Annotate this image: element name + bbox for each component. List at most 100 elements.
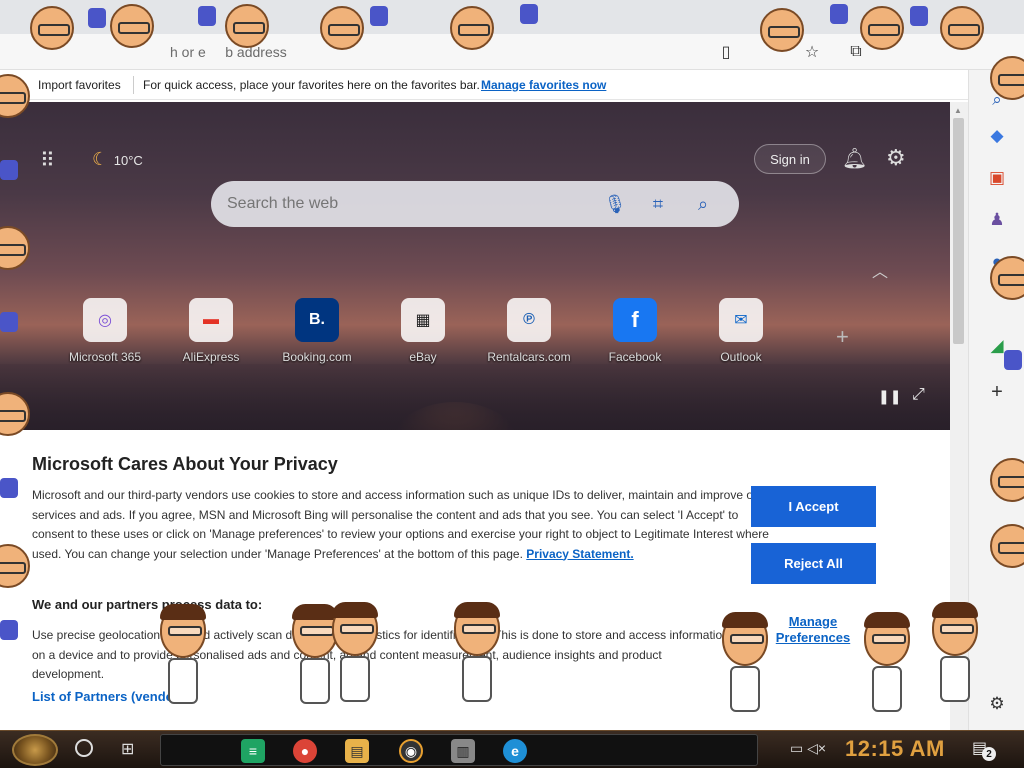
- privacy-subheading: We and our partners process data to:: [32, 597, 263, 612]
- tile-facebook[interactable]: f Facebook: [590, 298, 680, 364]
- collections-icon[interactable]: ⧉: [846, 42, 866, 62]
- notification-count-badge: 2: [982, 747, 996, 761]
- pause-background-icon[interactable]: ❚❚: [878, 388, 901, 405]
- cartoon-sleeve-icon: [830, 4, 848, 24]
- taskbar-apps: ≡ ● ▤ ◉ ▥ e: [160, 734, 758, 766]
- tile-booking[interactable]: B. Booking.com: [272, 298, 362, 364]
- cartoon-face-icon: [940, 6, 984, 50]
- cartoon-body: [872, 666, 902, 712]
- cartoon-head-icon: [454, 602, 500, 656]
- moon-icon: ☾: [92, 149, 109, 169]
- scrollbar-thumb[interactable]: [953, 118, 964, 344]
- cartoon-sleeve-icon: [198, 6, 216, 26]
- manage-preferences-link[interactable]: Manage Preferences: [770, 614, 856, 646]
- background-sea: [0, 364, 950, 430]
- tile-label: Microsoft 365: [68, 350, 142, 364]
- cartoon-face-icon: [860, 6, 904, 50]
- cartoon-head-icon: [332, 602, 378, 656]
- chrome-app-icon[interactable]: ●: [293, 739, 317, 763]
- microphone-icon[interactable]: 🎙︎: [604, 193, 627, 215]
- cartoon-head-icon: [722, 612, 768, 666]
- tile-label: AliExpress: [182, 350, 240, 364]
- visual-search-icon[interactable]: ⌗: [647, 193, 669, 215]
- apps-grid-icon[interactable]: ⠿: [40, 148, 64, 172]
- clock[interactable]: 12:15 AM: [845, 736, 945, 762]
- tile-outlook[interactable]: ✉ Outlook: [696, 298, 786, 364]
- privacy-title: Microsoft Cares About Your Privacy: [32, 454, 338, 474]
- chevron-up-icon[interactable]: ︿: [872, 258, 888, 282]
- control-panel-icon[interactable]: ▥: [451, 739, 475, 763]
- privacy-text: Microsoft and our third-party vendors us…: [32, 488, 769, 561]
- privacy-statement-link[interactable]: Privacy Statement.: [526, 547, 633, 561]
- cartoon-face-icon: [110, 4, 154, 48]
- search-icon[interactable]: ⌕: [692, 193, 714, 215]
- page-settings-icon[interactable]: ⚙: [886, 145, 906, 171]
- network-volume-tray-icon[interactable]: ▭ ◁×: [790, 740, 826, 757]
- add-shortcut-icon[interactable]: +: [836, 324, 849, 350]
- facebook-icon: f: [613, 298, 657, 342]
- cartoon-head-icon: [160, 604, 206, 658]
- ebay-bag-icon: ▦: [401, 298, 445, 342]
- favorites-bar: Import favorites For quick access, place…: [0, 70, 968, 100]
- weather-temp: 10°C: [113, 153, 143, 168]
- tile-ebay[interactable]: ▦ eBay: [378, 298, 468, 364]
- sheets-app-icon[interactable]: ≡: [241, 739, 265, 763]
- task-view-icon[interactable]: ⊞: [121, 739, 134, 759]
- import-favorites-button[interactable]: Import favorites: [38, 78, 121, 92]
- tile-microsoft-365[interactable]: ◎ Microsoft 365: [60, 298, 150, 364]
- cortana-icon[interactable]: [75, 739, 93, 757]
- cartoon-sleeve-icon: [0, 312, 18, 332]
- cartoon-head-icon: [932, 602, 978, 656]
- bell-icon[interactable]: 🔔︎: [842, 146, 867, 171]
- favorite-star-icon[interactable]: ☆: [802, 42, 822, 62]
- tile-label: eBay: [409, 350, 437, 364]
- cartoon-sleeve-icon: [0, 620, 18, 640]
- cartoon-body: [300, 658, 330, 704]
- scroll-up-arrow-icon[interactable]: ▲: [954, 106, 962, 115]
- cartoon-character: [722, 612, 774, 712]
- search-input[interactable]: [227, 193, 587, 215]
- new-tab-page: ⠿ ☾ 10°C Sign in 🔔︎ ⚙ 🎙︎ ⌗ ⌕ ︿ ◎ Microso…: [0, 102, 950, 430]
- shopping-tag-icon[interactable]: ◆: [985, 124, 1009, 148]
- tools-icon[interactable]: ▣: [985, 166, 1009, 190]
- games-icon[interactable]: ♟: [985, 208, 1009, 232]
- rentalcars-icon: ℗: [507, 298, 551, 342]
- cartoon-face-icon: [760, 8, 804, 52]
- weather-widget[interactable]: ☾ 10°C: [92, 149, 143, 170]
- cartoon-sleeve-icon: [910, 6, 928, 26]
- cartoon-character: [160, 604, 212, 704]
- cartoon-head-icon: [864, 612, 910, 666]
- cartoon-sleeve-icon: [1004, 350, 1022, 370]
- tile-label: Rentalcars.com: [487, 350, 571, 364]
- cartoon-body: [940, 656, 970, 702]
- microsoft-365-icon: ◎: [83, 298, 127, 342]
- manage-favorites-link[interactable]: Manage favorites now: [481, 78, 606, 92]
- sign-in-button[interactable]: Sign in: [754, 144, 826, 174]
- edge-app-icon[interactable]: e: [503, 739, 527, 763]
- cartoon-face-icon: [30, 6, 74, 50]
- cartoon-character: [932, 602, 984, 702]
- tile-aliexpress[interactable]: ▬ AliExpress: [166, 298, 256, 364]
- tile-label: Booking.com: [282, 350, 352, 364]
- outlook-icon: ✉: [719, 298, 763, 342]
- start-button[interactable]: [12, 734, 58, 766]
- tile-rentalcars[interactable]: ℗ Rentalcars.com: [484, 298, 574, 364]
- cartoon-body: [730, 666, 760, 712]
- expand-icon[interactable]: ⤢: [912, 386, 925, 404]
- reader-mode-icon[interactable]: ▯: [716, 42, 736, 62]
- cartoon-body: [340, 656, 370, 702]
- file-explorer-icon[interactable]: ▤: [345, 739, 369, 763]
- cartoon-sleeve-icon: [88, 8, 106, 28]
- cartoon-face-icon: [225, 4, 269, 48]
- add-sidebar-app-icon[interactable]: +: [985, 380, 1009, 404]
- accept-button[interactable]: I Accept: [751, 486, 876, 527]
- taskbar: ⊞ ≡ ● ▤ ◉ ▥ e ▭ ◁× 12:15 AM ▤ 2: [0, 730, 1024, 768]
- sidebar-settings-icon[interactable]: ⚙: [985, 692, 1009, 716]
- cartoon-face-icon: [320, 6, 364, 50]
- reject-all-button[interactable]: Reject All: [751, 543, 876, 584]
- cartoon-sleeve-icon: [370, 6, 388, 26]
- browser-app-icon[interactable]: ◉: [399, 739, 423, 763]
- divider: [133, 76, 134, 94]
- cartoon-sleeve-icon: [520, 4, 538, 24]
- web-search-box[interactable]: 🎙︎ ⌗ ⌕: [211, 181, 739, 227]
